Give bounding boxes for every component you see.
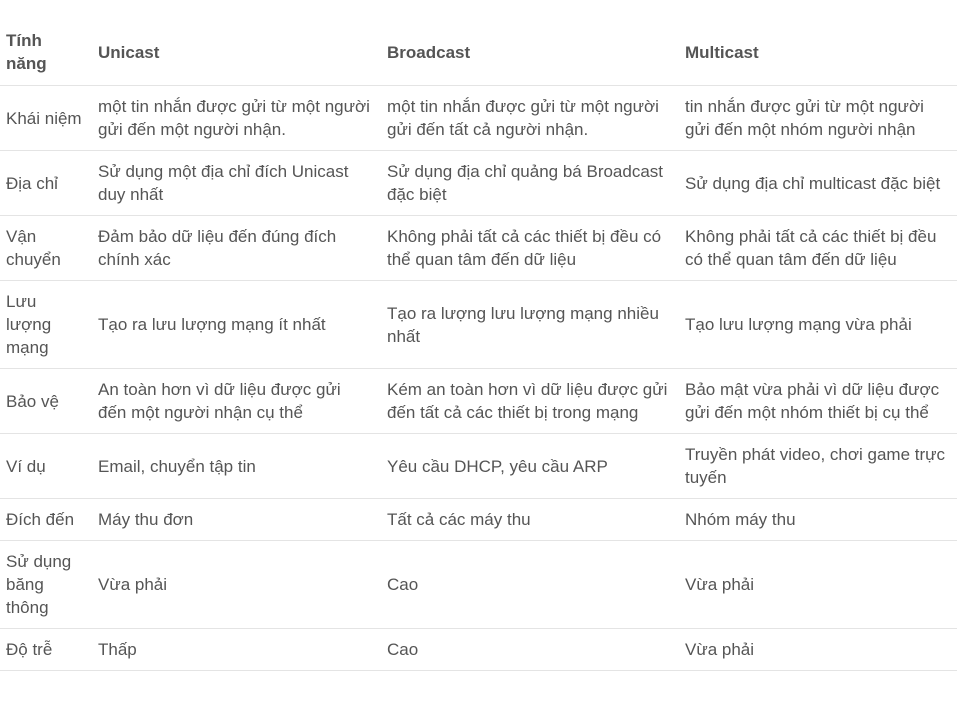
cell-multicast: Nhóm máy thu xyxy=(679,498,957,541)
table-row: Lưu lượng mạng Tạo ra lưu lượng mạng ít … xyxy=(0,280,957,369)
cell-broadcast: Yêu cầu DHCP, yêu cầu ARP xyxy=(381,433,679,499)
cell-multicast: Vừa phải xyxy=(679,628,957,671)
cell-unicast: Email, chuyển tập tin xyxy=(92,433,381,499)
table-row: Sử dụng băng thông Vừa phải Cao Vừa phải xyxy=(0,540,957,629)
cell-broadcast: Sử dụng địa chỉ quảng bá Broadcast đặc b… xyxy=(381,150,679,216)
comparison-table-container: Tính năng Unicast Broadcast Multicast Kh… xyxy=(0,0,967,671)
cell-multicast: Truyền phát video, chơi game trực tuyến xyxy=(679,433,957,499)
row-label-delivery: Vận chuyển xyxy=(0,215,92,281)
header-row: Tính năng Unicast Broadcast Multicast xyxy=(0,18,957,86)
cell-unicast: Tạo ra lưu lượng mạng ít nhất xyxy=(92,280,381,369)
row-label-security: Bảo vệ xyxy=(0,368,92,434)
header-broadcast: Broadcast xyxy=(381,18,679,86)
row-label-examples: Ví dụ xyxy=(0,433,92,499)
table-row: Độ trễ Thấp Cao Vừa phải xyxy=(0,628,957,671)
cell-multicast: tin nhắn được gửi từ một người gửi đến m… xyxy=(679,85,957,151)
cell-unicast: Đảm bảo dữ liệu đến đúng đích chính xác xyxy=(92,215,381,281)
table-row: Bảo vệ An toàn hơn vì dữ liệu được gửi đ… xyxy=(0,368,957,434)
table-row: Ví dụ Email, chuyển tập tin Yêu cầu DHCP… xyxy=(0,433,957,499)
cell-unicast: Vừa phải xyxy=(92,540,381,629)
header-multicast: Multicast xyxy=(679,18,957,86)
cell-broadcast: Cao xyxy=(381,540,679,629)
cell-multicast: Vừa phải xyxy=(679,540,957,629)
row-label-latency: Độ trễ xyxy=(0,628,92,671)
comparison-table: Tính năng Unicast Broadcast Multicast Kh… xyxy=(0,18,957,671)
cell-multicast: Sử dụng địa chỉ multicast đặc biệt xyxy=(679,150,957,216)
header-feature: Tính năng xyxy=(0,18,92,86)
row-label-traffic: Lưu lượng mạng xyxy=(0,280,92,369)
table-row: Đích đến Máy thu đơn Tất cả các máy thu … xyxy=(0,498,957,541)
cell-unicast: Sử dụng một địa chỉ đích Unicast duy nhấ… xyxy=(92,150,381,216)
cell-unicast: một tin nhắn được gửi từ một người gửi đ… xyxy=(92,85,381,151)
cell-broadcast: một tin nhắn được gửi từ một người gửi đ… xyxy=(381,85,679,151)
cell-broadcast: Kém an toàn hơn vì dữ liệu được gửi đến … xyxy=(381,368,679,434)
cell-unicast: An toàn hơn vì dữ liệu được gửi đến một … xyxy=(92,368,381,434)
row-label-address: Địa chỉ xyxy=(0,150,92,216)
table-header: Tính năng Unicast Broadcast Multicast xyxy=(0,18,957,86)
cell-multicast: Bảo mật vừa phải vì dữ liệu được gửi đến… xyxy=(679,368,957,434)
table-body: Khái niệm một tin nhắn được gửi từ một n… xyxy=(0,85,957,671)
cell-unicast: Thấp xyxy=(92,628,381,671)
row-label-bandwidth: Sử dụng băng thông xyxy=(0,540,92,629)
cell-broadcast: Tạo ra lượng lưu lượng mạng nhiều nhất xyxy=(381,280,679,369)
cell-broadcast: Cao xyxy=(381,628,679,671)
cell-multicast: Không phải tất cả các thiết bị đều có th… xyxy=(679,215,957,281)
cell-unicast: Máy thu đơn xyxy=(92,498,381,541)
cell-broadcast: Không phải tất cả các thiết bị đều có th… xyxy=(381,215,679,281)
cell-broadcast: Tất cả các máy thu xyxy=(381,498,679,541)
header-unicast: Unicast xyxy=(92,18,381,86)
table-row: Vận chuyển Đảm bảo dữ liệu đến đúng đích… xyxy=(0,215,957,281)
cell-multicast: Tạo lưu lượng mạng vừa phải xyxy=(679,280,957,369)
table-row: Địa chỉ Sử dụng một địa chỉ đích Unicast… xyxy=(0,150,957,216)
row-label-destination: Đích đến xyxy=(0,498,92,541)
table-row: Khái niệm một tin nhắn được gửi từ một n… xyxy=(0,85,957,151)
row-label-concept: Khái niệm xyxy=(0,85,92,151)
